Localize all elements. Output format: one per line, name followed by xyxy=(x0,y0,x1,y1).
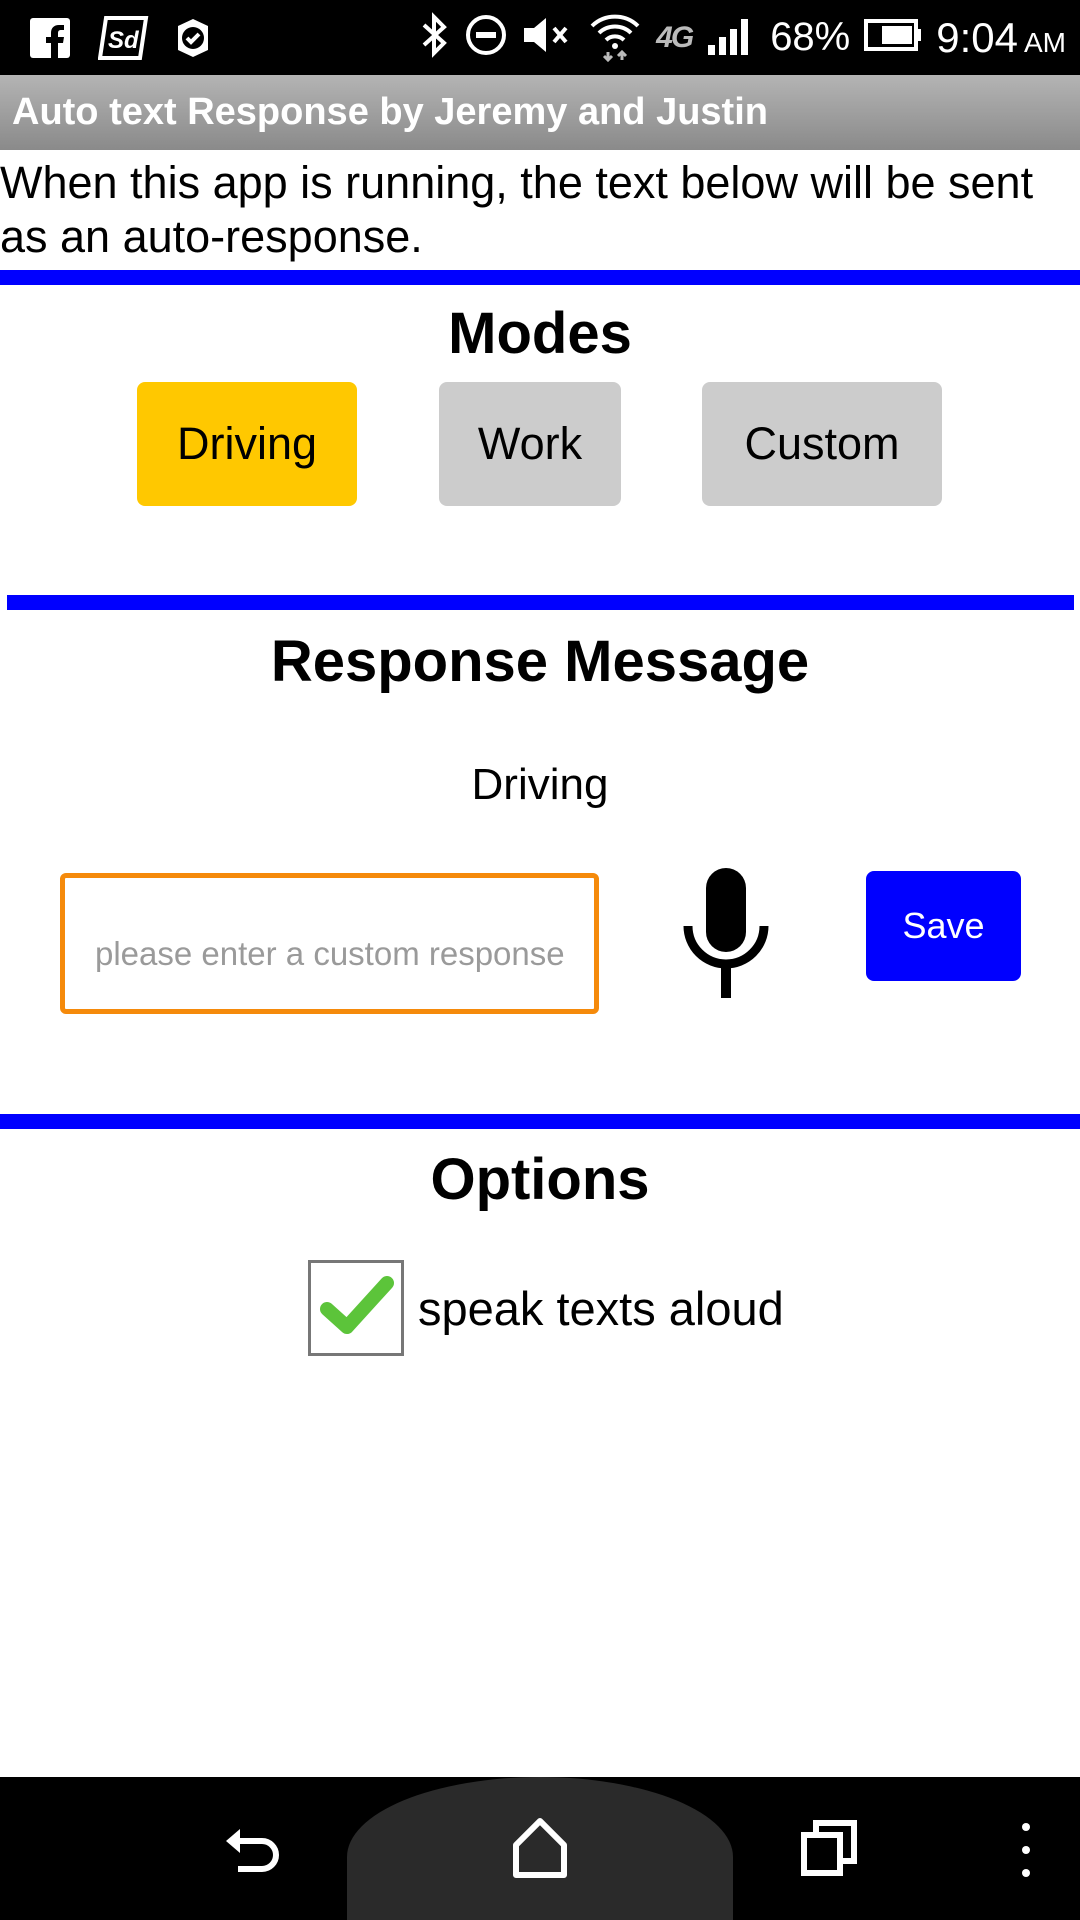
app-title: Auto text Response by Jeremy and Justin xyxy=(12,91,768,133)
svg-text:Sd: Sd xyxy=(108,27,140,54)
mode-custom-button[interactable]: Custom xyxy=(702,382,942,506)
current-mode-label: Driving xyxy=(471,760,609,809)
recents-icon[interactable] xyxy=(800,1819,858,1877)
divider-bottom xyxy=(0,1114,1080,1129)
intro-text: When this app is running, the text below… xyxy=(0,157,1034,262)
back-icon[interactable] xyxy=(222,1819,282,1879)
battery-percent: 68% xyxy=(770,15,851,59)
do-not-disturb-icon xyxy=(464,13,508,62)
modes-heading: Modes xyxy=(448,301,632,366)
home-icon[interactable] xyxy=(510,1817,570,1879)
custom-response-input[interactable] xyxy=(60,873,599,1014)
divider-top xyxy=(0,270,1080,285)
speak-aloud-label: speak texts aloud xyxy=(418,1281,784,1335)
clock: 9:04 AM xyxy=(936,14,1066,62)
app-title-bar: Auto text Response by Jeremy and Justin xyxy=(0,75,1080,150)
microphone-icon[interactable] xyxy=(680,868,772,998)
sd-icon: Sd xyxy=(98,0,150,75)
options-heading: Options xyxy=(430,1147,650,1212)
navigation-bar xyxy=(0,1777,1080,1920)
mute-icon xyxy=(522,15,574,60)
status-bar: Sd 4G 68% 9:04 AM xyxy=(0,0,1080,75)
mode-work-button[interactable]: Work xyxy=(439,382,621,506)
save-button[interactable]: Save xyxy=(866,871,1021,981)
speak-aloud-option[interactable]: speak texts aloud xyxy=(308,1260,784,1356)
checkmark-icon xyxy=(320,1276,394,1334)
divider-middle xyxy=(7,595,1074,610)
bluetooth-icon xyxy=(420,12,450,63)
speak-aloud-checkbox[interactable] xyxy=(308,1260,404,1356)
shield-check-icon xyxy=(172,0,214,75)
response-heading: Response Message xyxy=(270,629,810,694)
lte-icon: 4G xyxy=(656,20,694,54)
facebook-icon xyxy=(30,0,70,75)
mode-driving-button[interactable]: Driving xyxy=(137,382,357,506)
wifi-icon xyxy=(588,8,642,67)
signal-icon xyxy=(706,15,756,60)
clock-time: 9:04 xyxy=(936,13,1018,61)
battery-icon xyxy=(864,18,922,57)
menu-icon[interactable] xyxy=(1018,1819,1034,1881)
clock-ampm: AM xyxy=(1024,26,1066,58)
status-right-group: 4G 68% 9:04 AM xyxy=(420,0,1066,75)
